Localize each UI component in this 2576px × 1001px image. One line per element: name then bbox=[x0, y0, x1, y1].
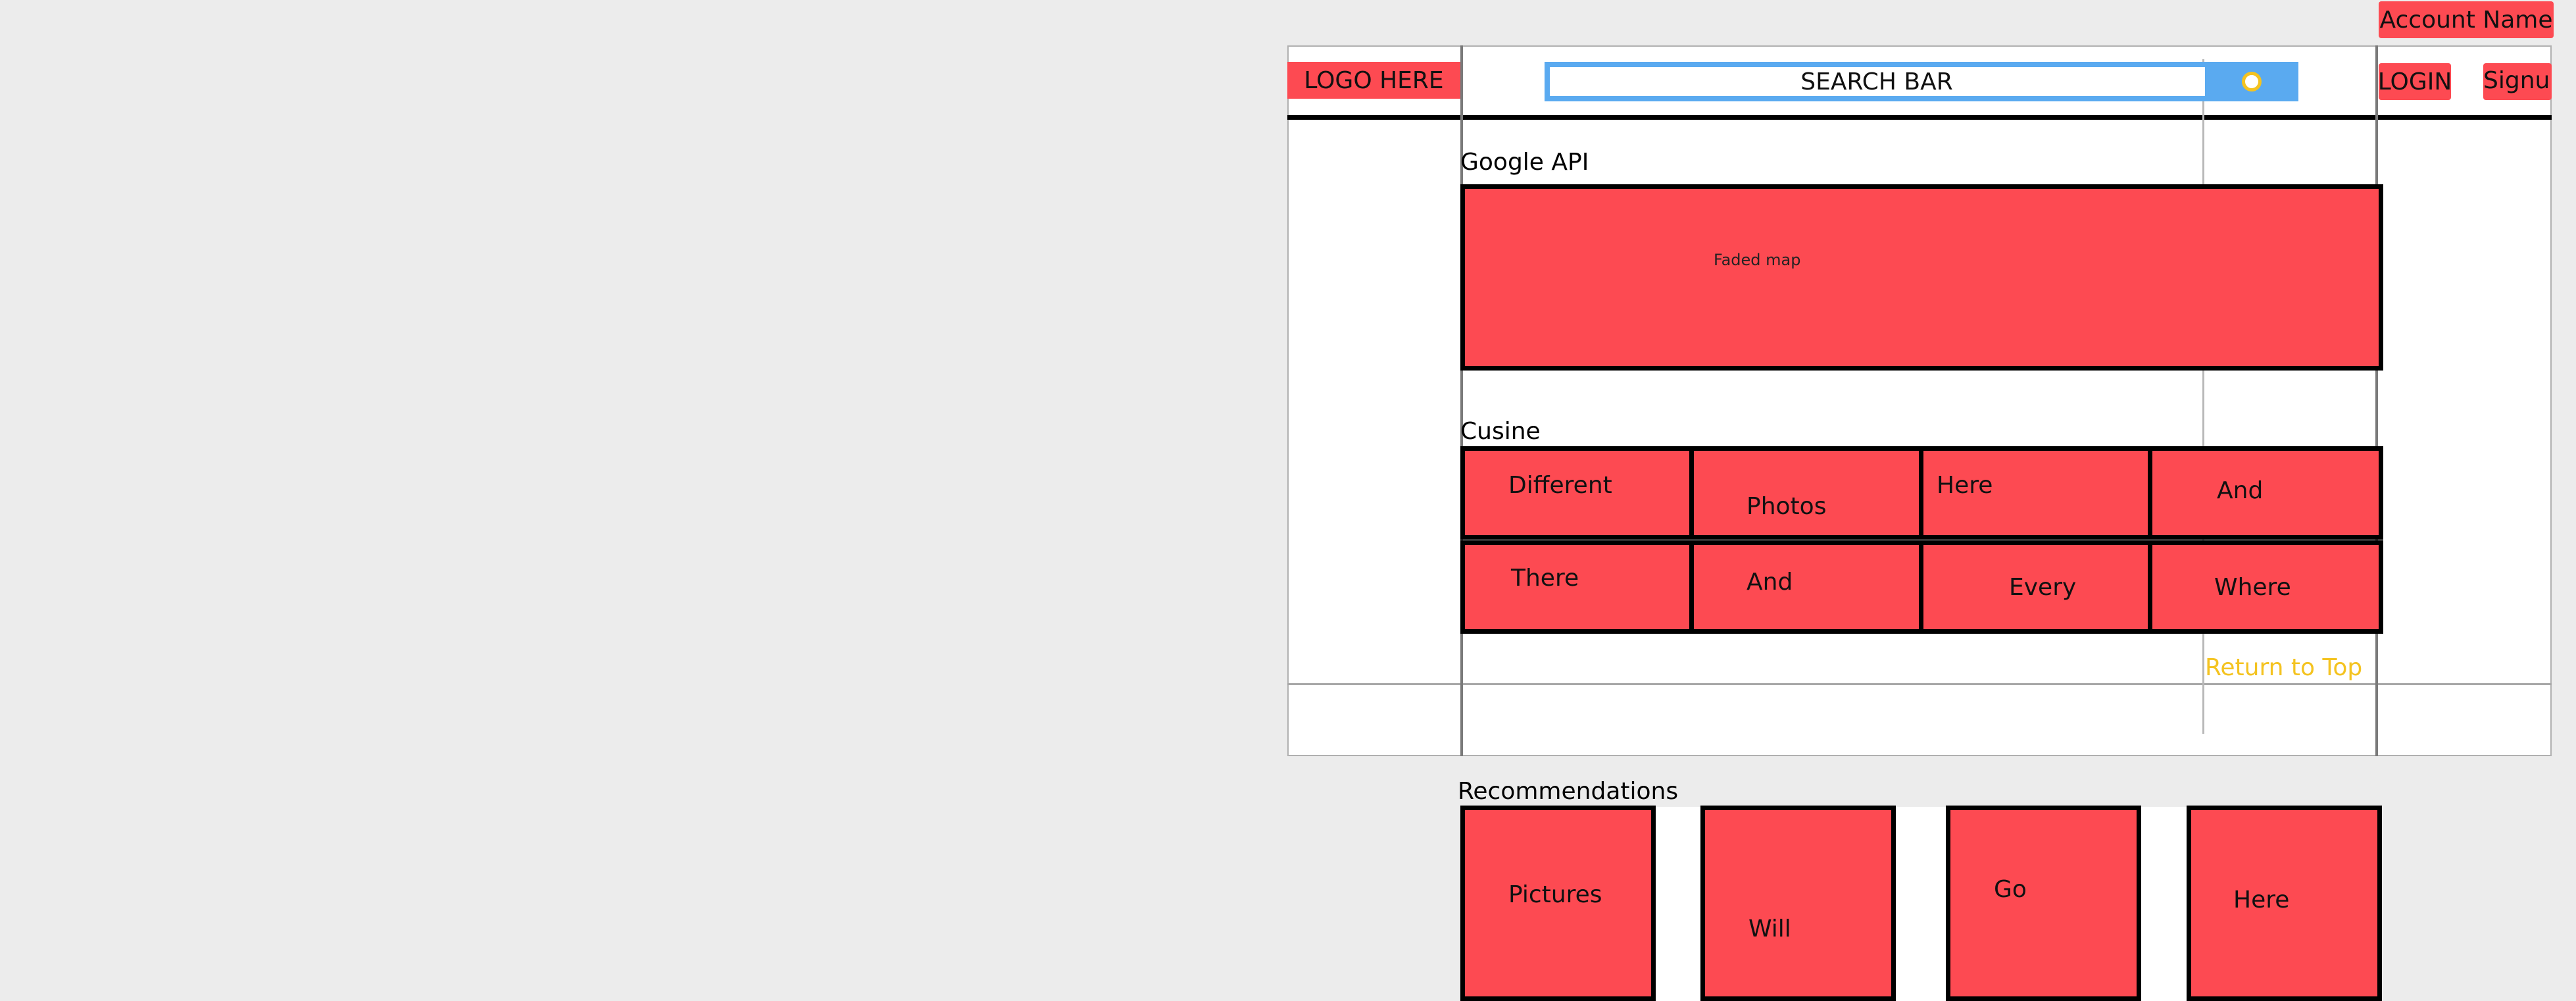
cuisine-tile[interactable]: Different bbox=[1460, 446, 1694, 540]
login-button[interactable]: LOGIN bbox=[2377, 63, 2452, 100]
recommendation-card-label: Will bbox=[1748, 915, 1791, 942]
cuisine-tile-label: Different bbox=[1508, 472, 1612, 499]
account-name-button[interactable]: Account Name bbox=[2379, 1, 2554, 38]
cuisine-section-heading: Cusine bbox=[1460, 418, 1541, 445]
cuisine-tile-label: And bbox=[1746, 569, 1793, 596]
signup-button[interactable]: Signup bbox=[2483, 63, 2552, 100]
logo[interactable]: LOGO HERE bbox=[1287, 62, 1460, 99]
map-section-heading: Google API bbox=[1460, 149, 1589, 176]
return-to-top-link[interactable]: Return to Top bbox=[2205, 654, 2362, 681]
cuisine-tile[interactable]: There bbox=[1460, 540, 1694, 634]
login-label: LOGIN bbox=[2377, 68, 2452, 95]
cuisine-tile-label: Photos bbox=[1746, 493, 1827, 520]
map-placeholder-text: Faded map bbox=[1714, 251, 1801, 269]
header-divider bbox=[1287, 115, 2552, 120]
recommendation-card[interactable]: Go bbox=[1946, 806, 2141, 1001]
search-circle-icon bbox=[2242, 72, 2262, 91]
cuisine-tile[interactable]: Here bbox=[1919, 446, 2152, 540]
cuisine-tile[interactable]: And bbox=[2148, 446, 2383, 540]
recommendation-card-label: Pictures bbox=[1508, 881, 1602, 908]
recommendation-card[interactable]: Here bbox=[2187, 806, 2382, 1001]
cuisine-tile-label: Where bbox=[2214, 574, 2291, 601]
logo-text: LOGO HERE bbox=[1304, 66, 1444, 94]
map-placeholder[interactable]: Faded map bbox=[1460, 184, 2383, 371]
cuisine-tile-label: Every bbox=[2009, 574, 2077, 601]
search-input[interactable]: SEARCH BAR bbox=[1550, 67, 2204, 96]
cuisine-tile-label: There bbox=[1511, 565, 1579, 592]
account-name-label: Account Name bbox=[2379, 6, 2553, 34]
cuisine-tile[interactable]: Photos bbox=[1689, 446, 1923, 540]
cuisine-tile-label: And bbox=[2217, 477, 2264, 504]
cuisine-tile[interactable]: Every bbox=[1919, 540, 2152, 634]
footer-divider bbox=[1287, 683, 2552, 685]
recommendation-card[interactable]: Pictures bbox=[1460, 806, 1656, 1001]
recommendations-heading: Recommendations bbox=[1458, 778, 1679, 805]
cuisine-tile-label: Here bbox=[1937, 472, 1993, 499]
cuisine-tile[interactable]: And bbox=[1689, 540, 1923, 634]
recommendation-card[interactable]: Will bbox=[1700, 806, 1896, 1001]
search-placeholder: SEARCH BAR bbox=[1800, 68, 1953, 95]
recommendation-card-label: Go bbox=[1994, 876, 2027, 903]
signup-label: Signup bbox=[2483, 67, 2552, 94]
cuisine-tile[interactable]: Where bbox=[2148, 540, 2383, 634]
recommendation-card-label: Here bbox=[2233, 886, 2290, 913]
search-button[interactable] bbox=[2205, 62, 2298, 101]
search-bar[interactable]: SEARCH BAR bbox=[1545, 62, 2298, 101]
right-column-guide bbox=[2375, 45, 2378, 756]
